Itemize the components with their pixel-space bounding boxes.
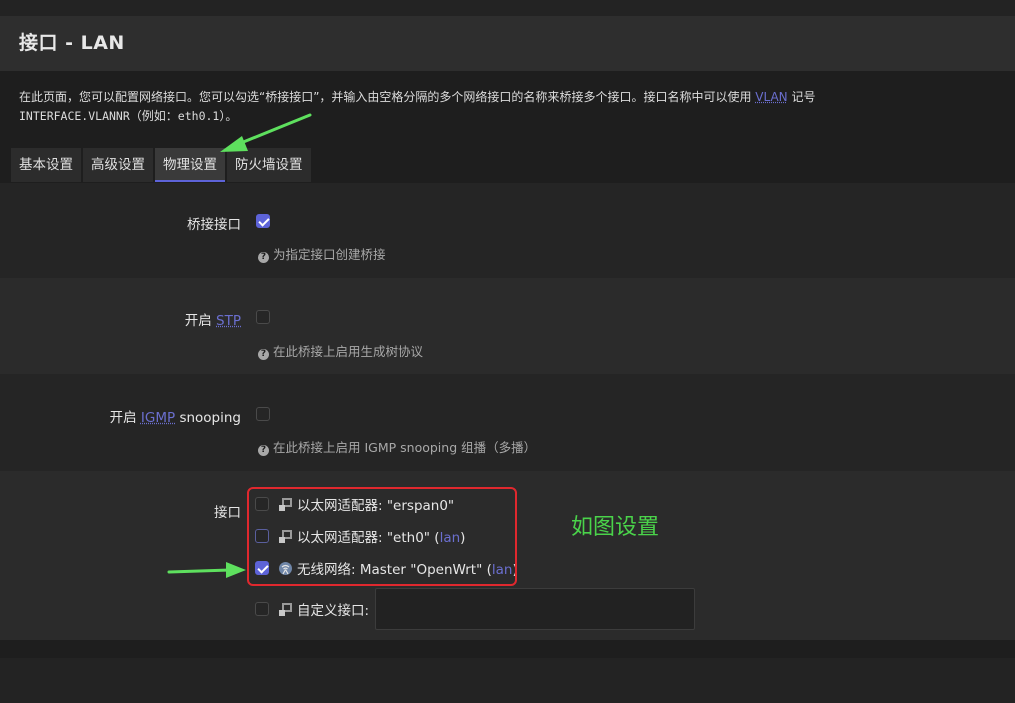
interfaces-label: 接口 bbox=[214, 505, 241, 521]
description-text-2: 记号 bbox=[791, 90, 816, 104]
highlight-box bbox=[247, 487, 517, 586]
page-description: 在此页面，您可以配置网络接口。您可以勾选“桥接接口”，并输入由空格分隔的多个网络… bbox=[19, 88, 999, 126]
custom-interface-input[interactable] bbox=[375, 588, 695, 630]
iface-option-custom[interactable]: 自定义接口: bbox=[255, 599, 369, 619]
tab-basic[interactable]: 基本设置 bbox=[11, 148, 81, 182]
page-title: 接口 - LAN bbox=[19, 32, 125, 54]
stp-abbr: STP bbox=[216, 313, 241, 329]
page: 接口 - LAN 在此页面，您可以配置网络接口。您可以勾选“桥接接口”，并输入由… bbox=[0, 0, 1015, 703]
iface-checkbox-custom[interactable] bbox=[255, 602, 269, 616]
vlan-abbr: VLAN bbox=[755, 90, 788, 104]
description-text-1: 在此页面，您可以配置网络接口。您可以勾选“桥接接口”，并输入由空格分隔的多个网络… bbox=[19, 90, 752, 104]
stp-hint-text: 在此桥接上启用生成树协议 bbox=[273, 344, 424, 359]
bridge-label: 桥接接口 bbox=[187, 217, 241, 233]
tab-advanced[interactable]: 高级设置 bbox=[83, 148, 153, 182]
description-text-3: （例如： bbox=[129, 109, 178, 123]
stp-hint: ? 在此桥接上启用生成树协议 bbox=[258, 341, 423, 360]
help-icon: ? bbox=[258, 349, 269, 360]
igmp-abbr: IGMP bbox=[140, 410, 176, 426]
bottom-bar bbox=[0, 658, 1015, 703]
page-header: 接口 - LAN bbox=[0, 16, 1015, 71]
iface-text-custom: 自定义接口: bbox=[297, 603, 370, 619]
description-code: INTERFACE.VLANNR bbox=[19, 109, 130, 123]
igmp-section: 开启 IGMP snooping ? 在此桥接上启用 IGMP snooping … bbox=[0, 374, 1015, 471]
igmp-checkbox[interactable] bbox=[256, 407, 270, 421]
bridge-hint-text: 为指定接口创建桥接 bbox=[273, 247, 386, 262]
igmp-hint: ? 在此桥接上启用 IGMP snooping 组播（多播） bbox=[258, 437, 536, 456]
arrow-to-wireless-option bbox=[167, 562, 246, 578]
arrow-to-physical-tab bbox=[220, 113, 312, 152]
bridge-section: 桥接接口 ? 为指定接口创建桥接 bbox=[0, 183, 1015, 278]
igmp-label: 开启 IGMP snooping bbox=[110, 406, 241, 426]
bridge-hint: ? 为指定接口创建桥接 bbox=[258, 244, 386, 263]
bridge-checkbox[interactable] bbox=[256, 214, 270, 228]
stp-label: 开启 STP bbox=[185, 309, 241, 329]
help-icon: ? bbox=[258, 445, 269, 456]
stp-label-prefix: 开启 bbox=[184, 313, 212, 329]
annotation-text: 如图设置 bbox=[571, 515, 660, 540]
stp-checkbox[interactable] bbox=[256, 310, 270, 324]
top-strip bbox=[0, 0, 1015, 16]
igmp-label-suffix: snooping bbox=[179, 410, 241, 426]
stp-section: 开启 STP ? 在此桥接上启用生成树协议 bbox=[0, 278, 1015, 374]
igmp-hint-text: 在此桥接上启用 IGMP snooping 组播（多播） bbox=[273, 440, 537, 455]
help-icon: ? bbox=[258, 252, 269, 263]
ethernet-icon bbox=[279, 602, 292, 616]
igmp-label-prefix: 开启 bbox=[109, 410, 137, 426]
